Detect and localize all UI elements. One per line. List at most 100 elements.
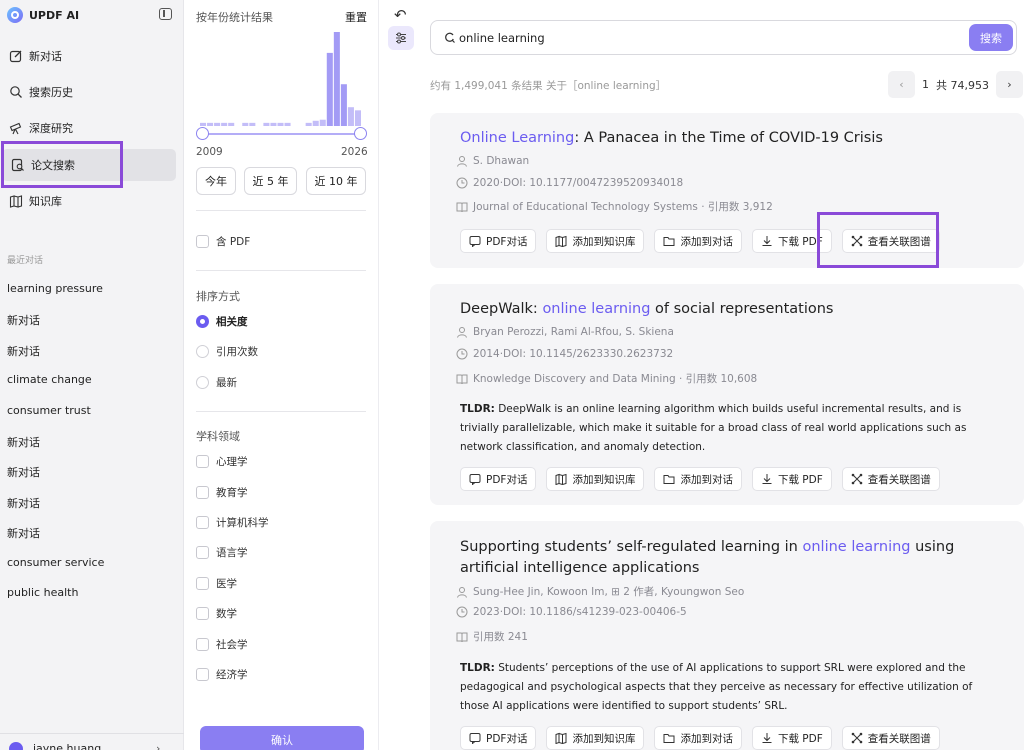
download-pdf-button[interactable]: 下载 PDF: [751, 229, 832, 253]
range-10-years-button[interactable]: 近 10 年: [306, 167, 366, 195]
recent-item[interactable]: public health: [7, 586, 78, 599]
year-slider-end-thumb[interactable]: [354, 127, 367, 140]
sidebar-item-deep-research[interactable]: 深度研究: [0, 112, 184, 144]
histogram-bar: [214, 122, 221, 126]
paper-card[interactable]: DeepWalk: online learning of social repr…: [430, 284, 1024, 505]
download-pdf-button[interactable]: 下载 PDF: [751, 726, 832, 750]
checkbox-box[interactable]: [196, 577, 209, 590]
next-page-button[interactable]: ›: [996, 71, 1023, 98]
field-checkbox[interactable]: 语言学: [196, 545, 248, 560]
checkbox-box[interactable]: [196, 455, 209, 468]
year-slider-track[interactable]: [202, 133, 360, 135]
radio-label: 相关度: [216, 316, 248, 328]
paper-tldr: TLDR: DeepWalk is an online learning alg…: [460, 403, 967, 453]
add-to-chat-button[interactable]: 添加到对话: [654, 229, 742, 253]
divider: [196, 270, 366, 271]
checkbox-box[interactable]: [196, 546, 209, 559]
checkbox-box[interactable]: [196, 668, 209, 681]
view-graph-button[interactable]: 查看关联图谱: [841, 229, 940, 253]
field-checkbox[interactable]: 医学: [196, 576, 237, 591]
recent-item[interactable]: consumer trust: [7, 404, 91, 417]
field-checkbox[interactable]: 心理学: [196, 454, 248, 469]
sidebar-item-paper-search[interactable]: 论文搜索: [2, 149, 176, 181]
field-checkbox[interactable]: 教育学: [196, 485, 248, 500]
checkbox-box[interactable]: [196, 486, 209, 499]
field-checkbox[interactable]: 经济学: [196, 667, 248, 682]
folder-icon: [663, 734, 675, 743]
histogram-bar: [221, 122, 228, 126]
range-this-year-button[interactable]: 今年: [196, 167, 236, 195]
recent-item[interactable]: learning pressure: [7, 282, 103, 295]
sidebar-item-new-chat[interactable]: 新对话: [0, 40, 184, 72]
pdf-chat-button[interactable]: PDF对话: [460, 726, 537, 750]
view-graph-button[interactable]: 查看关联图谱: [841, 467, 940, 491]
sidebar-item-label: 新对话: [29, 50, 62, 63]
paper-title[interactable]: Supporting students’ self-regulated lear…: [460, 537, 990, 579]
reset-button[interactable]: 重置: [345, 9, 367, 25]
histogram-bar: [347, 107, 354, 126]
year-slider-start-thumb[interactable]: [196, 127, 209, 140]
search-button[interactable]: 搜索: [969, 24, 1013, 51]
paper-title[interactable]: Online Learning: A Panacea in the Time o…: [460, 128, 990, 149]
checkbox-label: 含 PDF: [216, 236, 251, 248]
checkbox-box[interactable]: [196, 516, 209, 529]
person-icon: [457, 586, 467, 598]
sort-option-citations[interactable]: 引用次数: [196, 344, 258, 359]
radio-button[interactable]: [196, 315, 209, 328]
radio-button[interactable]: [196, 345, 209, 358]
field-checkbox[interactable]: 计算机科学: [196, 515, 269, 530]
pdf-chat-button[interactable]: PDF对话: [460, 229, 537, 253]
search-input[interactable]: online learning: [459, 31, 545, 45]
has-pdf-checkbox[interactable]: 含 PDF: [196, 234, 250, 249]
checkbox-box[interactable]: [196, 235, 209, 248]
field-checkbox[interactable]: 社会学: [196, 637, 248, 652]
checkbox-box[interactable]: [196, 638, 209, 651]
recent-item[interactable]: climate change: [7, 373, 92, 386]
avatar: [9, 742, 23, 750]
add-to-kb-button[interactable]: 添加到知识库: [546, 726, 645, 750]
add-to-kb-button[interactable]: 添加到知识库: [546, 229, 645, 253]
recent-item[interactable]: consumer service: [7, 556, 104, 569]
recent-title: 最近对话: [7, 256, 44, 266]
recent-item[interactable]: 新对话: [7, 312, 40, 328]
pagination: ‹ 1 共 74,953 ›: [888, 71, 1023, 98]
search-box[interactable]: online learning 搜索: [430, 20, 1017, 55]
recent-item[interactable]: 新对话: [7, 495, 40, 511]
checkbox-box[interactable]: [196, 607, 209, 620]
pdf-chat-button[interactable]: PDF对话: [460, 467, 537, 491]
paper-card[interactable]: Supporting students’ self-regulated lear…: [430, 521, 1024, 750]
recent-item[interactable]: 新对话: [7, 464, 40, 480]
download-pdf-button[interactable]: 下载 PDF: [751, 467, 832, 491]
user-bar[interactable]: jayne huang ›: [0, 733, 184, 750]
sort-option-relevance[interactable]: 相关度: [196, 314, 248, 329]
sort-option-newest[interactable]: 最新: [196, 375, 237, 390]
sidebar-item-label: 知识库: [29, 195, 62, 208]
confirm-button[interactable]: 确认: [200, 726, 364, 750]
filter-panel: 按年份统计结果 重置 2009 2026 今年 近 5 年 近 10 年 含 P…: [185, 0, 379, 750]
recent-item[interactable]: 新对话: [7, 434, 40, 450]
radio-button[interactable]: [196, 376, 209, 389]
histogram-bar: [319, 119, 326, 126]
recent-item[interactable]: 新对话: [7, 525, 40, 541]
checkbox-label: 经济学: [216, 669, 248, 681]
year-end-label: 2026: [341, 146, 368, 158]
range-5-years-button[interactable]: 近 5 年: [244, 167, 297, 195]
add-to-chat-button[interactable]: 添加到对话: [654, 467, 742, 491]
checkbox-label: 数学: [216, 608, 237, 620]
filter-toggle-button[interactable]: [388, 26, 414, 50]
add-to-kb-button[interactable]: 添加到知识库: [546, 467, 645, 491]
field-checkbox[interactable]: 数学: [196, 606, 237, 621]
paper-title[interactable]: DeepWalk: online learning of social repr…: [460, 299, 990, 320]
undo-icon[interactable]: ↶: [394, 6, 407, 24]
collapse-sidebar-icon[interactable]: [159, 8, 172, 20]
prev-page-button[interactable]: ‹: [888, 71, 915, 98]
sidebar-item-history[interactable]: 搜索历史: [0, 76, 184, 108]
sidebar-item-knowledge-base[interactable]: 知识库: [0, 185, 184, 217]
library-icon: [555, 732, 567, 744]
paper-card[interactable]: Online Learning: A Panacea in the Time o…: [430, 113, 1024, 268]
view-graph-button[interactable]: 查看关联图谱: [841, 726, 940, 750]
paper-authors: S. Dhawan: [456, 155, 529, 167]
add-to-chat-button[interactable]: 添加到对话: [654, 726, 742, 750]
recent-item[interactable]: 新对话: [7, 343, 40, 359]
paper-authors: Sung-Hee Jin, Kowoon Im, ⊞ 2 作者, Kyoungw…: [456, 584, 744, 599]
